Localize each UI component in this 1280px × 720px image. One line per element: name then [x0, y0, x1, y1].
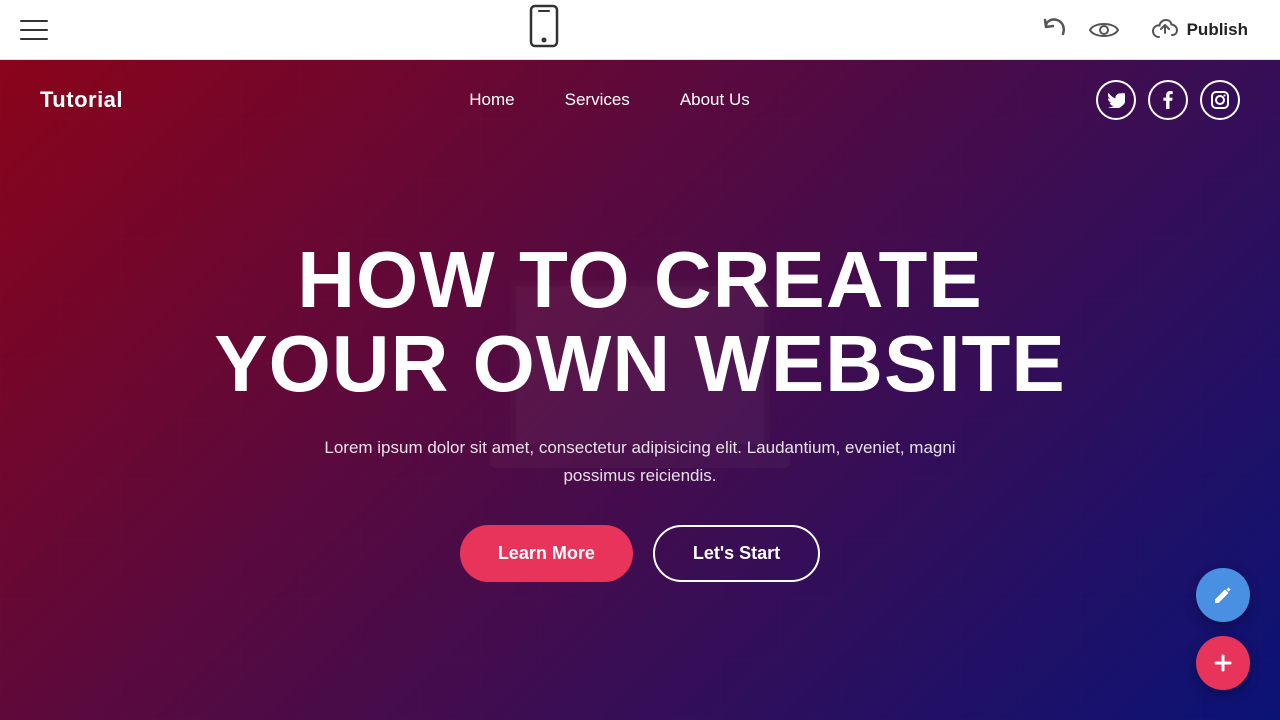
preview-icon[interactable]	[1089, 20, 1119, 40]
add-fab-button[interactable]	[1196, 636, 1250, 690]
site-navbar: Tutorial Home Services About Us	[0, 60, 1280, 140]
toolbar-center	[529, 4, 559, 55]
toolbar-right: Publish	[1041, 13, 1260, 47]
toolbar-left	[20, 20, 48, 40]
undo-icon[interactable]	[1041, 16, 1069, 44]
learn-more-button[interactable]: Learn More	[460, 525, 633, 582]
publish-button[interactable]: Publish	[1139, 13, 1260, 47]
nav-links: Home Services About Us	[469, 90, 749, 110]
hero-subtitle: Lorem ipsum dolor sit amet, consectetur …	[290, 434, 990, 488]
hero-buttons: Learn More Let's Start	[214, 525, 1066, 582]
social-icons	[1096, 80, 1240, 120]
twitter-icon[interactable]	[1096, 80, 1136, 120]
lets-start-button[interactable]: Let's Start	[653, 525, 820, 582]
fab-container	[1196, 568, 1250, 690]
site-logo: Tutorial	[40, 87, 123, 113]
hero-title: HOW TO CREATE YOUR OWN WEBSITE	[214, 238, 1066, 406]
instagram-icon[interactable]	[1200, 80, 1240, 120]
publish-label: Publish	[1187, 20, 1248, 40]
nav-link-home[interactable]: Home	[469, 90, 514, 110]
hamburger-menu-icon[interactable]	[20, 20, 48, 40]
edit-fab-button[interactable]	[1196, 568, 1250, 622]
website-preview: Tutorial Home Services About Us	[0, 60, 1280, 720]
nav-link-about[interactable]: About Us	[680, 90, 750, 110]
hero-section: Tutorial Home Services About Us	[0, 60, 1280, 720]
mobile-preview-icon[interactable]	[529, 4, 559, 55]
toolbar: Publish	[0, 0, 1280, 60]
cloud-upload-icon	[1151, 19, 1179, 41]
hero-content: HOW TO CREATE YOUR OWN WEBSITE Lorem ips…	[114, 238, 1166, 581]
facebook-icon[interactable]	[1148, 80, 1188, 120]
nav-link-services[interactable]: Services	[565, 90, 630, 110]
